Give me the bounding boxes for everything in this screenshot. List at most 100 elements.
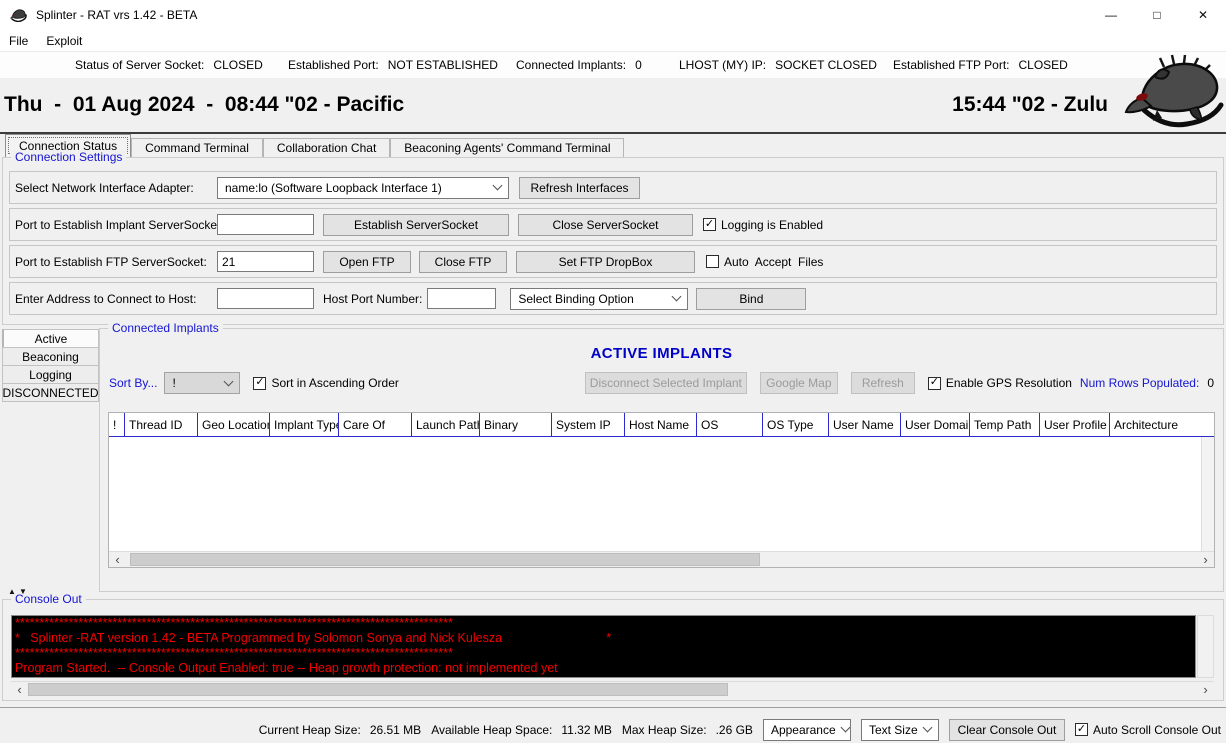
column-header[interactable]: Implant Type [270,413,339,436]
scroll-left-icon[interactable]: ‹ [109,552,126,567]
network-adapter-select[interactable]: name:lo (Software Loopback Interface 1) [217,177,509,199]
console-line: * Splinter -RAT version 1.42 - BETA Prog… [15,631,1192,646]
auto-accept-files-checkbox[interactable]: Auto Accept Files [706,255,823,269]
scroll-thumb[interactable] [28,683,728,696]
column-header[interactable]: System IP [552,413,625,436]
column-header[interactable]: Launch Path [412,413,480,436]
heap-value: 26.51 MB [370,723,421,737]
gps-resolution-checkbox[interactable]: Enable GPS Resolution [928,376,1072,390]
status-server-socket: Status of Server Socket: CLOSED [75,58,263,72]
implants-side-tabs: Active Beaconing Logging DISCONNECTED [0,328,99,592]
scroll-thumb[interactable] [130,553,760,566]
sort-by-select[interactable]: ! [164,372,240,394]
scroll-track[interactable] [126,552,1197,567]
close-button[interactable]: ✕ [1180,0,1226,30]
close-ftp-button[interactable]: Close FTP [419,251,507,273]
disconnect-implant-button[interactable]: Disconnect Selected Implant [585,372,747,394]
local-datetime: Thu - 01 Aug 2024 - 08:44 "02 - Pacific [0,93,404,117]
heap-label: Available Heap Space: [431,723,552,737]
auto-scroll-checkbox[interactable]: Auto Scroll Console Out [1075,723,1221,737]
column-header[interactable]: OS Type [763,413,829,436]
host-address-input[interactable] [217,288,314,309]
checkbox-checked-icon [253,377,266,390]
checkbox-checked-icon [1075,723,1088,736]
scroll-track[interactable] [28,682,1197,697]
splitter-collapse-arrows[interactable]: ▲ ▼ [7,587,28,596]
console-vertical-scrollbar[interactable] [1197,615,1214,678]
connection-settings-group: Connection Settings Select Network Inter… [2,157,1224,325]
column-header[interactable]: Architecture [1110,413,1214,436]
menu-exploit[interactable]: Exploit [46,34,82,48]
status-lhost-ip: LHOST (MY) IP: SOCKET CLOSED [679,58,877,72]
rat-logo [1124,54,1224,133]
current-heap-size: Current Heap Size: 26.51 MB [259,723,421,737]
tab-command-terminal[interactable]: Command Terminal [131,138,263,157]
sidetab-active[interactable]: Active [2,329,99,348]
status-label: Status of Server Socket: [75,58,204,72]
splitter-down-icon[interactable]: ▼ [18,587,28,596]
splitter-up-icon[interactable]: ▲ [7,587,17,596]
implant-port-input[interactable] [217,214,314,235]
implants-vertical-scrollbar[interactable] [1201,437,1214,551]
window-title: Splinter - RAT vrs 1.42 - BETA [36,8,197,22]
status-label: LHOST (MY) IP: [679,58,766,72]
menu-bar: File Exploit [0,30,1226,52]
column-header[interactable]: User Profile [1040,413,1110,436]
column-header[interactable]: ! [109,413,125,436]
status-value: NOT ESTABLISHED [388,58,498,72]
text-size-select[interactable]: Text Size [861,719,939,741]
status-label: Connected Implants: [516,58,626,72]
console-output[interactable]: ****************************************… [11,615,1196,678]
column-header[interactable]: User Domain [901,413,970,436]
refresh-button[interactable]: Refresh [851,372,915,394]
close-serversocket-button[interactable]: Close ServerSocket [518,214,693,236]
console-line: Program Started. -- Console Output Enabl… [15,661,1192,676]
column-header[interactable]: Host Name [625,413,697,436]
open-ftp-button[interactable]: Open FTP [323,251,411,273]
logging-enabled-checkbox[interactable]: Logging is Enabled [703,218,823,232]
column-header[interactable]: User Name [829,413,901,436]
set-ftp-dropbox-button[interactable]: Set FTP DropBox [516,251,695,273]
host-port-number-label: Host Port Number: [323,292,422,306]
maximize-button[interactable]: □ [1134,0,1180,30]
host-port-number-input[interactable] [427,288,496,309]
sidetab-beaconing[interactable]: Beaconing [2,347,99,366]
tab-collaboration-chat[interactable]: Collaboration Chat [263,138,390,157]
establish-serversocket-button[interactable]: Establish ServerSocket [323,214,509,236]
adapter-label: Select Network Interface Adapter: [10,181,217,195]
sort-by-label: Sort By... [109,376,157,390]
clear-console-button[interactable]: Clear Console Out [949,719,1065,741]
implant-serversocket-row: Port to Establish Implant ServerSocket: … [9,208,1217,241]
sidetab-logging[interactable]: Logging [2,365,99,384]
status-row: Status of Server Socket: CLOSED Establis… [0,52,1226,78]
main-tab-strip: Connection Status Command Terminal Colla… [0,134,1226,157]
scroll-right-icon[interactable]: › [1197,552,1214,567]
console-line: ****************************************… [15,646,1192,661]
appearance-select[interactable]: Appearance [763,719,851,741]
column-header[interactable]: OS [697,413,763,436]
column-header[interactable]: Care Of [339,413,412,436]
auto-accept-files-label: Auto Accept Files [724,255,823,269]
column-header[interactable]: Binary [480,413,552,436]
tab-beaconing-terminal[interactable]: Beaconing Agents' Command Terminal [390,138,624,157]
scroll-right-icon[interactable]: › [1197,682,1214,697]
column-header[interactable]: Thread ID [125,413,198,436]
column-header[interactable]: Geo Location [198,413,270,436]
implants-controls-row: Sort By... ! Sort in Ascending Order Dis… [109,371,1214,395]
checkbox-checked-icon [703,218,716,231]
implant-port-label: Port to Establish Implant ServerSocket: [10,218,217,232]
status-value: 0 [635,58,642,72]
implants-horizontal-scrollbar[interactable]: ‹ › [109,551,1214,567]
bind-button[interactable]: Bind [696,288,806,310]
menu-file[interactable]: File [9,34,28,48]
scroll-left-icon[interactable]: ‹ [11,682,28,697]
column-header[interactable]: Temp Path [970,413,1040,436]
minimize-button[interactable]: — [1088,0,1134,30]
sort-ascending-checkbox[interactable]: Sort in Ascending Order [253,376,398,390]
binding-option-select[interactable]: Select Binding Option [510,288,688,310]
console-horizontal-scrollbar[interactable]: ‹ › [11,681,1214,697]
refresh-interfaces-button[interactable]: Refresh Interfaces [519,177,640,199]
ftp-port-input[interactable]: 21 [217,251,314,272]
google-map-button[interactable]: Google Map [760,372,838,394]
sidetab-disconnected[interactable]: DISCONNECTED [2,383,99,402]
